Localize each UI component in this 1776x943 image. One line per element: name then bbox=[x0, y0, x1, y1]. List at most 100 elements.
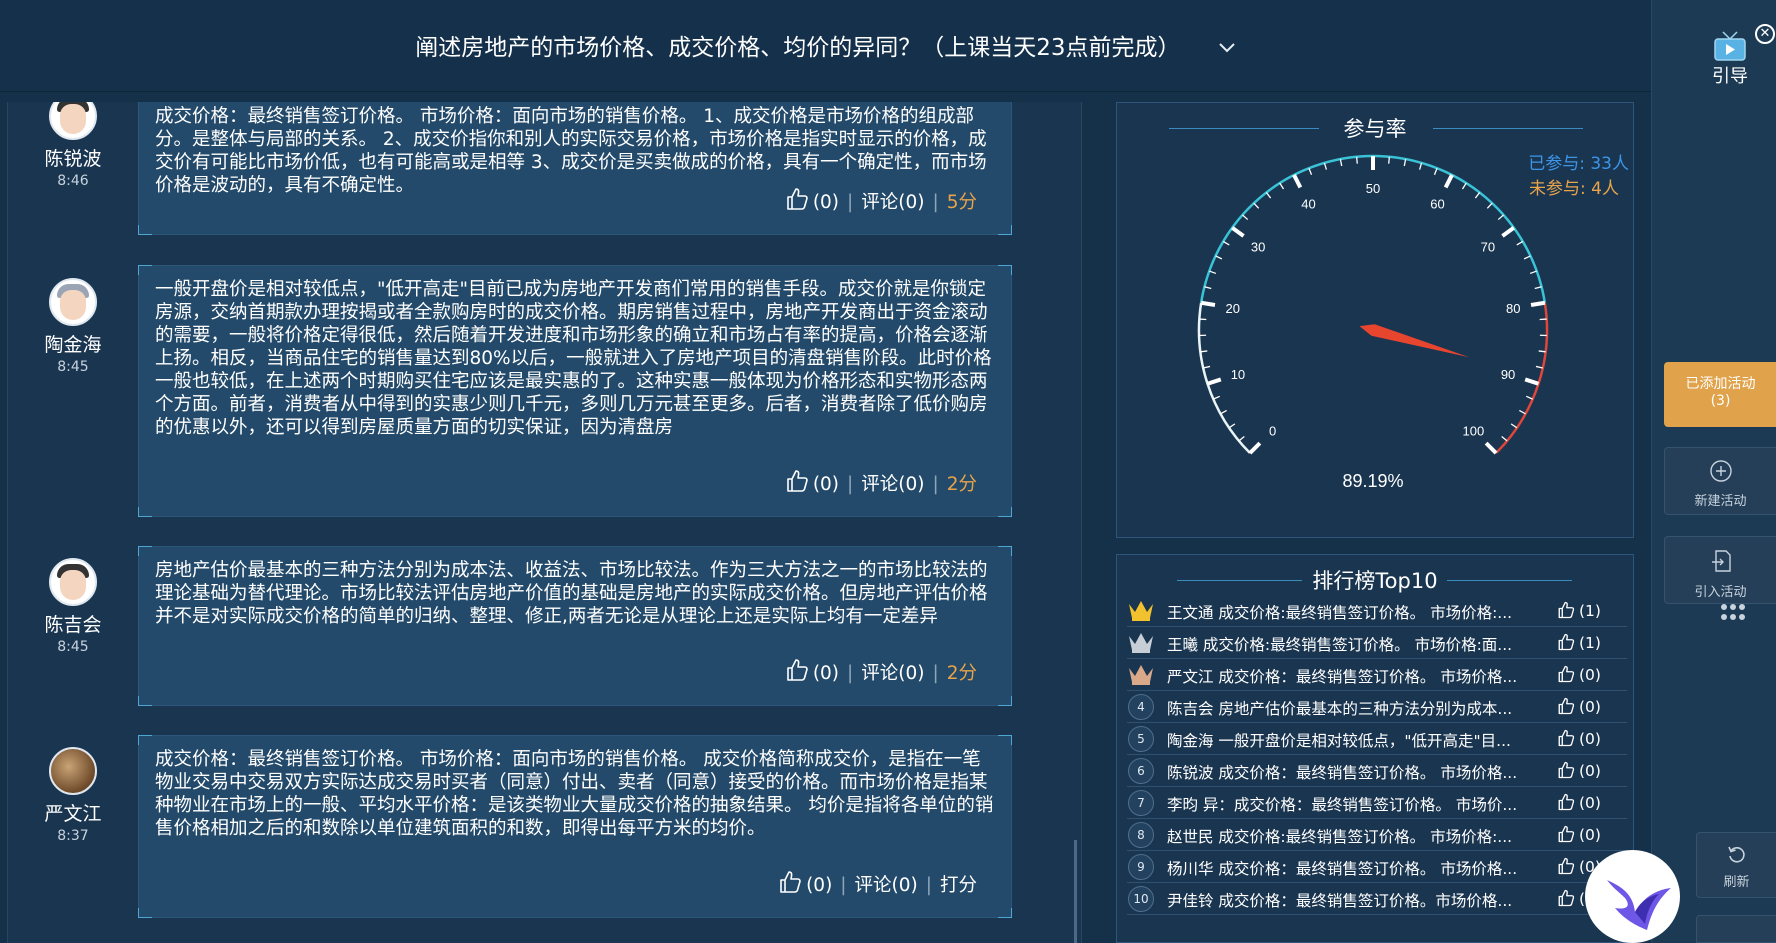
rank-entry-text: 王曦 成交价格:最终销售签订价格。 市场价格:面... bbox=[1167, 636, 1513, 654]
ranking-row[interactable]: 5 陶金海 一般开盘价是相对较低点，"低开高走"目... (0) bbox=[1127, 723, 1627, 755]
ranking-row[interactable]: 7 李昀 异：成交价格：最终销售签订价格。 市场价... (0) bbox=[1127, 787, 1627, 819]
gauge-minor-tick bbox=[1238, 435, 1245, 442]
rank-entry-text: 赵世民 成交价格:最终销售签订价格。 市场价格:... bbox=[1167, 828, 1513, 846]
plus-circle-icon bbox=[1665, 460, 1776, 486]
ranking-row[interactable]: 6 陈锐波 成交价格：最终销售签订价格。 市场价格... (0) bbox=[1127, 755, 1627, 787]
gauge-minor-tick bbox=[1213, 395, 1220, 400]
gauge-tick-label: 40 bbox=[1301, 196, 1315, 211]
like-button[interactable]: (0) bbox=[778, 871, 832, 896]
comment-button[interactable]: 评论(0) bbox=[855, 875, 918, 896]
avatar bbox=[49, 747, 97, 795]
new-activity-button[interactable]: 新建活动 bbox=[1664, 447, 1776, 515]
gauge-tick-label: 100 bbox=[1463, 423, 1485, 438]
answer-card: 成交价格：最终销售签订价格。 市场价格：面向市场的销售价格。 成交价格简称成交价… bbox=[138, 735, 1012, 918]
collapse-button[interactable] bbox=[1696, 915, 1776, 943]
comment-button[interactable]: 评论(0) bbox=[861, 663, 924, 684]
author-name: 陈锐波 bbox=[44, 148, 102, 170]
assistant-bird-icon[interactable] bbox=[1585, 850, 1680, 943]
answer-actions: (0) | 评论(0) | 5分 bbox=[785, 187, 977, 216]
ranking-row[interactable]: 4 陈吉会 房地产估价最基本的三种方法分别为成本... (0) bbox=[1127, 691, 1627, 723]
rank-number: 5 bbox=[1128, 726, 1154, 752]
like-button[interactable]: (0) bbox=[785, 470, 839, 495]
ranking-row[interactable]: 王文通 成交价格:最终销售签订价格。 市场价格:... (1) bbox=[1127, 595, 1627, 627]
import-activity-button[interactable]: 引入活动 bbox=[1664, 536, 1776, 604]
gauge-minor-tick bbox=[1203, 365, 1211, 369]
comment-button[interactable]: 评论(0) bbox=[861, 192, 924, 213]
gauge-minor-tick bbox=[1538, 350, 1546, 353]
gauge-tick-label: 70 bbox=[1481, 240, 1495, 255]
answer-card: 房地产估价最基本的三种方法分别为成本法、收益法、市场比较法。作为三大方法之一的市… bbox=[138, 546, 1012, 706]
author-name: 陶金海 bbox=[44, 334, 102, 356]
answer-list[interactable]: 陈锐波 8:46 成交价格：最终销售签订价格。 市场价格：面向市场的销售价格。 … bbox=[7, 102, 1082, 943]
scrollbar-thumb[interactable] bbox=[1074, 840, 1077, 943]
rank-likes: (0) bbox=[1557, 761, 1601, 780]
ranking-row[interactable]: 严文江 成交价格：最终销售签订价格。 市场价格... (0) bbox=[1127, 659, 1627, 691]
avatar bbox=[49, 278, 97, 326]
thumb-up-icon bbox=[1558, 601, 1575, 619]
gauge-minor-tick bbox=[1474, 192, 1481, 199]
gauge-minor-tick bbox=[1486, 202, 1493, 209]
close-icon[interactable]: ✕ bbox=[1755, 24, 1775, 44]
gauge-minor-tick bbox=[1308, 167, 1313, 175]
like-button[interactable]: (0) bbox=[785, 659, 839, 684]
ranking-row[interactable]: 8 赵世民 成交价格:最终销售签订价格。 市场价格:... (0) bbox=[1127, 819, 1627, 851]
gauge-major-tick bbox=[1248, 441, 1262, 455]
gauge-major-tick bbox=[1484, 441, 1498, 455]
score-button[interactable]: 打分 bbox=[940, 875, 977, 896]
gauge-minor-tick bbox=[1242, 214, 1249, 221]
gauge-tick-label: 80 bbox=[1506, 301, 1520, 316]
rank-number: 6 bbox=[1128, 758, 1154, 784]
post-time: 8:37 bbox=[57, 828, 89, 844]
crown-icon bbox=[1127, 598, 1155, 624]
thumb-up-icon bbox=[1558, 665, 1575, 683]
answer-text: 一般开盘价是相对较低点，"低开高走"目前已成为房地产开发商们常用的销售手段。成交… bbox=[155, 279, 992, 438]
question-title[interactable]: 阐述房地产的市场价格、成交价格、均价的异同？（上课当天23点前完成） bbox=[0, 28, 1651, 62]
question-title-text: 阐述房地产的市场价格、成交价格、均价的异同？（上课当天23点前完成） bbox=[415, 35, 1181, 61]
participation-rate: 89.19% bbox=[1342, 471, 1403, 491]
gauge-minor-tick bbox=[1519, 409, 1526, 415]
header-bar: 阐述房地产的市场价格、成交价格、均价的异同？（上课当天23点前完成） bbox=[0, 0, 1651, 92]
gauge-tick-label: 0 bbox=[1269, 423, 1276, 438]
avatar bbox=[49, 558, 97, 606]
answer-text: 成交价格：最终销售签订价格。 市场价格：面向市场的销售价格。 成交价格简称成交价… bbox=[155, 749, 994, 839]
rank-likes: (0) bbox=[1557, 825, 1601, 844]
post-time: 8:46 bbox=[57, 173, 89, 189]
gauge-minor-tick bbox=[1265, 192, 1272, 199]
score-value[interactable]: 5分 bbox=[947, 192, 977, 213]
import-doc-icon bbox=[1665, 549, 1776, 577]
like-button[interactable]: (0) bbox=[785, 188, 839, 213]
thumb-up-icon bbox=[1558, 793, 1575, 811]
ranking-row[interactable]: 王曦 成交价格:最终销售签订价格。 市场价格:面... (1) bbox=[1127, 627, 1627, 659]
gauge-minor-tick bbox=[1200, 350, 1208, 353]
guide-label[interactable]: 引导 bbox=[1707, 62, 1753, 88]
gauge-tick-label: 50 bbox=[1366, 181, 1380, 196]
answer-text: 成交价格：最终销售签订价格。 市场价格：面向市场的销售价格。 1、成交价格是市场… bbox=[155, 106, 987, 196]
chevron-down-icon[interactable] bbox=[1218, 39, 1236, 58]
author-name: 严文江 bbox=[44, 803, 102, 825]
gauge-major-tick bbox=[1231, 226, 1245, 238]
refresh-button[interactable]: 刷新 bbox=[1696, 832, 1776, 898]
thumb-up-icon bbox=[1558, 761, 1575, 779]
rank-entry-text: 陈锐波 成交价格：最终销售签订价格。 市场价格... bbox=[1167, 764, 1518, 782]
score-value[interactable]: 2分 bbox=[947, 663, 977, 684]
gauge-arc bbox=[1199, 154, 1547, 303]
gauge-major-tick bbox=[1443, 174, 1454, 189]
rank-likes: (0) bbox=[1557, 729, 1601, 748]
rank-entry-text: 王文通 成交价格:最终销售签订价格。 市场价格:... bbox=[1167, 604, 1513, 622]
ranking-row[interactable]: 9 杨川华 成交价格：最终销售签订价格。 市场价格... (0) bbox=[1127, 851, 1627, 883]
score-value[interactable]: 2分 bbox=[947, 474, 977, 495]
rank-number: 9 bbox=[1128, 854, 1154, 880]
added-activities-button[interactable]: 已添加活动 (3) bbox=[1664, 362, 1776, 427]
participation-gauge: 0 10 20 30 40 50 60 70 80 90 100 89.19% bbox=[1197, 154, 1549, 491]
thumb-up-icon bbox=[1558, 889, 1575, 907]
rank-entry-text: 尹佳铃 成交价格：最终销售签订价格。市场价格... bbox=[1167, 892, 1513, 910]
thumb-up-icon bbox=[1558, 857, 1575, 875]
gauge-minor-tick bbox=[1497, 214, 1504, 221]
gauge-major-tick bbox=[1200, 300, 1216, 307]
comment-button[interactable]: 评论(0) bbox=[861, 474, 924, 495]
ranking-row[interactable]: 10尹佳铃 成交价格：最终销售签订价格。市场价格...(0) bbox=[1127, 883, 1627, 915]
gauge-minor-tick bbox=[1388, 156, 1391, 164]
guide-icon[interactable] bbox=[1710, 30, 1750, 66]
more-icon[interactable] bbox=[1720, 602, 1746, 626]
post-author: 陈吉会 8:45 bbox=[8, 558, 138, 655]
